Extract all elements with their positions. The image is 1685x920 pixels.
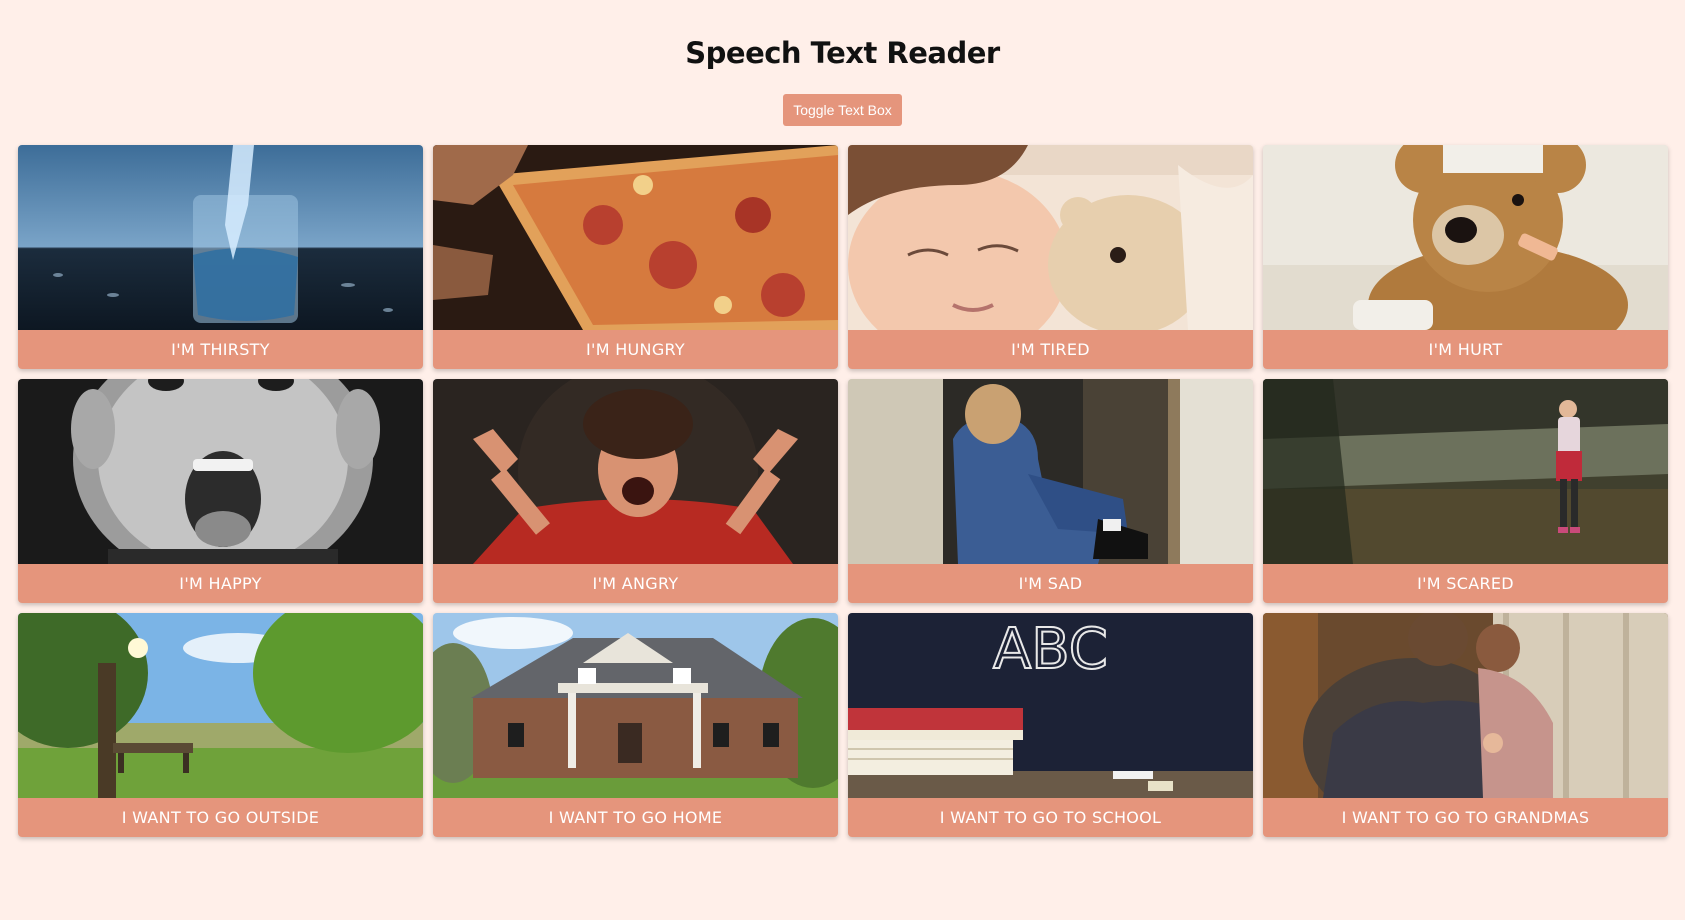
glass-of-water-image <box>18 145 423 330</box>
park-with-bench-image <box>18 613 423 798</box>
card-scared[interactable]: I'M SCARED <box>1263 379 1668 603</box>
sleeping-child-with-teddy-image <box>848 145 1253 330</box>
card-happy[interactable]: I'M HAPPY <box>18 379 423 603</box>
bandaged-teddy-bear-image <box>1263 145 1668 330</box>
card-label: I WANT TO GO TO GRANDMAS <box>1263 798 1668 837</box>
card-hungry[interactable]: I'M HUNGRY <box>433 145 838 369</box>
card-label: I'M SAD <box>848 564 1253 603</box>
toggle-text-box-button[interactable]: Toggle Text Box <box>783 94 902 126</box>
card-angry[interactable]: I'M ANGRY <box>433 379 838 603</box>
small-girl-in-field-image <box>1263 379 1668 564</box>
card-label: I WANT TO GO OUTSIDE <box>18 798 423 837</box>
page-title: Speech Text Reader <box>685 36 1000 70</box>
chalkboard-letters: ABC <box>993 617 1108 682</box>
card-label: I'M HUNGRY <box>433 330 838 369</box>
brick-house-image <box>433 613 838 798</box>
grandma-with-child-image <box>1263 613 1668 798</box>
happy-boy-face-image <box>18 379 423 564</box>
sad-child-in-doorway-image <box>848 379 1253 564</box>
card-label: I WANT TO GO TO SCHOOL <box>848 798 1253 837</box>
card-thirsty[interactable]: I'M THIRSTY <box>18 145 423 369</box>
card-label: I'M HURT <box>1263 330 1668 369</box>
card-label: I'M ANGRY <box>433 564 838 603</box>
card-label: I'M HAPPY <box>18 564 423 603</box>
card-label: I WANT TO GO HOME <box>433 798 838 837</box>
card-home[interactable]: I WANT TO GO HOME <box>433 613 838 837</box>
card-grid: I'M THIRSTY I'M HUNGRY I'M TIRED I'M HUR… <box>18 145 1668 837</box>
card-label: I'M SCARED <box>1263 564 1668 603</box>
angry-child-image <box>433 379 838 564</box>
pizza-slice-image <box>433 145 838 330</box>
card-label: I'M TIRED <box>848 330 1253 369</box>
card-outside[interactable]: I WANT TO GO OUTSIDE <box>18 613 423 837</box>
card-hurt[interactable]: I'M HURT <box>1263 145 1668 369</box>
card-label: I'M THIRSTY <box>18 330 423 369</box>
card-sad[interactable]: I'M SAD <box>848 379 1253 603</box>
card-tired[interactable]: I'M TIRED <box>848 145 1253 369</box>
card-school[interactable]: ABC I WANT TO GO TO SCHOOL <box>848 613 1253 837</box>
books-and-chalkboard-image: ABC <box>848 613 1253 798</box>
card-grandmas[interactable]: I WANT TO GO TO GRANDMAS <box>1263 613 1668 837</box>
